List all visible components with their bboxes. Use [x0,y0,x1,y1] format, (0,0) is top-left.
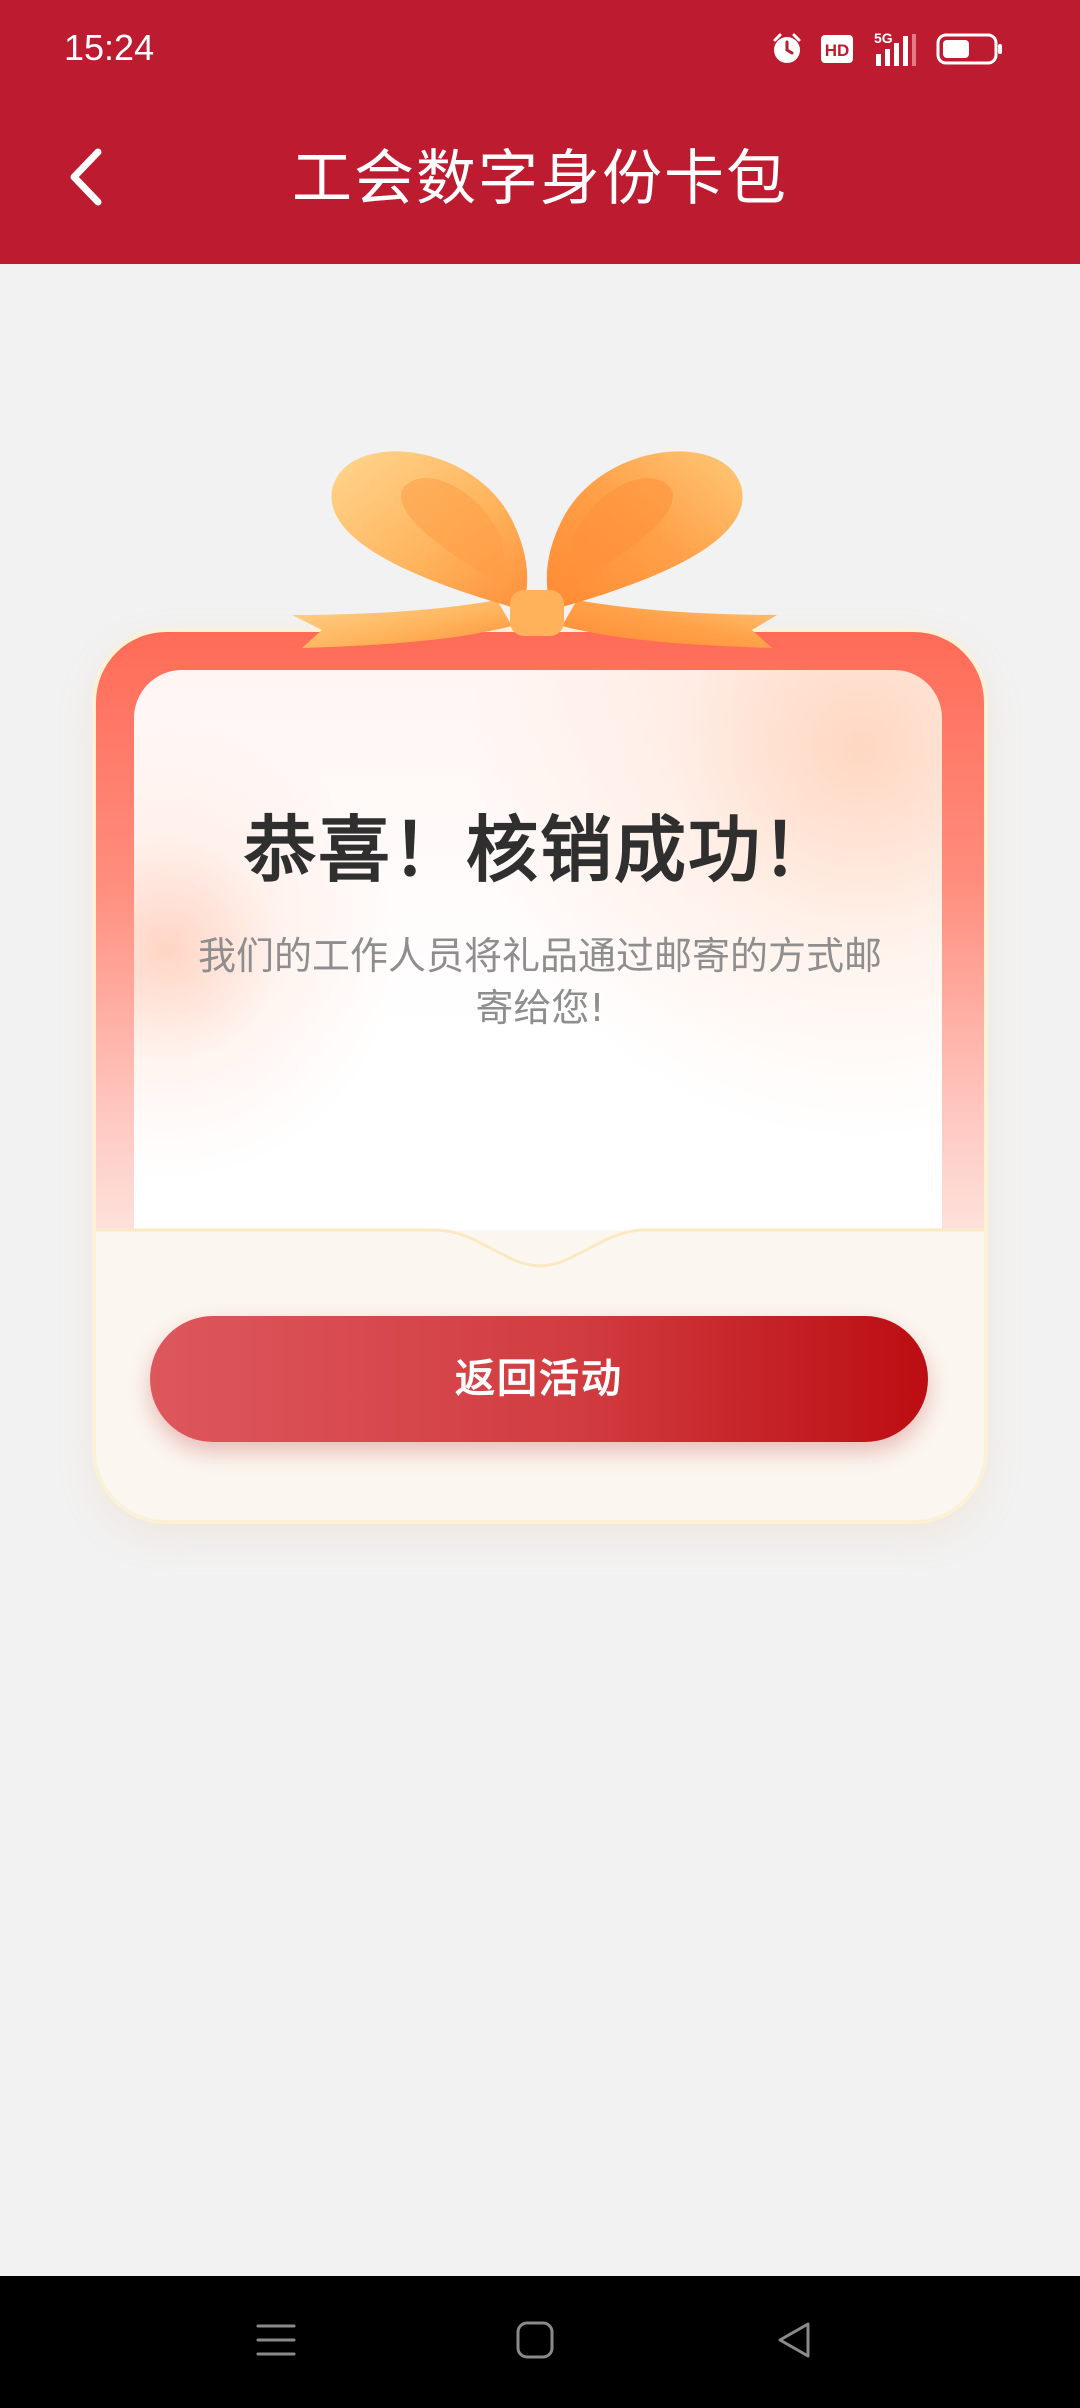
signal-5g-icon: 5G [870,30,920,68]
home-button[interactable] [495,2302,575,2382]
return-activity-button[interactable]: 返回活动 [150,1316,928,1442]
status-icons: HD 5G [770,28,1004,70]
status-time: 15:24 [64,27,155,68]
gift-bow-icon [292,451,777,648]
success-card: 恭喜！核销成功！ 我们的工作人员将礼品通过邮寄的方式邮寄给您! 返回活动 [96,440,984,1520]
hd-icon: HD [820,34,854,64]
card-notch [96,1228,984,1272]
system-nav-bar [0,2276,1080,2408]
alarm-icon [770,32,804,66]
success-headline: 恭喜！核销成功！ [243,808,836,892]
home-icon [513,2318,557,2366]
app-header: 15:24 HD 5G 工会数字身份卡包 [0,0,1080,264]
network-label: 5G [874,30,893,46]
back-triangle-icon [772,2318,816,2366]
menu-icon [254,2318,298,2366]
hd-label: HD [825,41,850,60]
menu-button[interactable] [236,2302,316,2382]
success-message: 我们的工作人员将礼品通过邮寄的方式邮寄给您! [197,934,882,1030]
page-title: 工会数字身份卡包 [292,144,788,214]
system-back-button[interactable] [754,2302,834,2382]
battery-icon [936,32,1004,66]
